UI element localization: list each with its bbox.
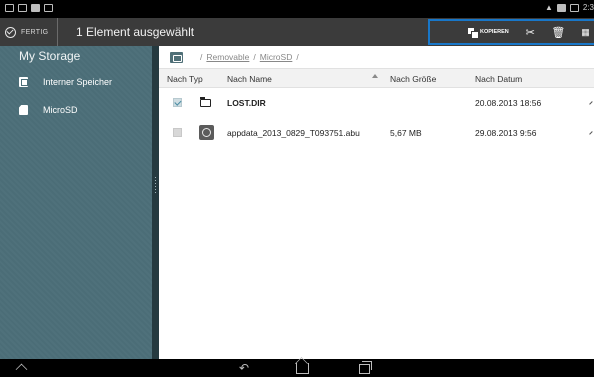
sd-card-icon (19, 105, 28, 115)
status-left-icons (5, 4, 53, 12)
sidebar: My Storage Interner Speicher MicroSD (0, 46, 152, 359)
copy-button[interactable]: KOPIEREN (468, 27, 509, 39)
status-right-icons: ▲ 2:3 (545, 3, 594, 12)
column-date[interactable]: Nach Datum (475, 74, 522, 84)
file-date: 29.08.2013 9:56 (475, 128, 537, 138)
copy-icon (468, 27, 479, 39)
done-label: FERTIG (21, 28, 49, 36)
done-button[interactable]: FERTIG (5, 18, 59, 46)
row-checkbox[interactable] (173, 98, 182, 107)
breadcrumb: / Removable / MicroSD / (159, 46, 594, 68)
image-icon (44, 4, 53, 12)
breadcrumb-separator: / (253, 52, 256, 62)
breadcrumb-separator: / (200, 52, 203, 62)
recent-apps-icon[interactable] (359, 361, 372, 374)
file-list-panel: / Removable / MicroSD / Nach Typ Nach Na… (159, 46, 594, 359)
sidebar-item-internal-storage[interactable]: Interner Speicher (19, 72, 112, 92)
drag-handle[interactable] (154, 176, 157, 194)
selection-count: 1 Element ausgewählt (76, 25, 195, 39)
file-name: appdata_2013_0829_T093751.abu (227, 128, 360, 138)
sidebar-item-label: Interner Speicher (43, 77, 113, 87)
sort-ascending-icon (372, 74, 378, 78)
mail-icon (18, 4, 27, 12)
breadcrumb-microsd[interactable]: MicroSD (260, 52, 293, 62)
storage-icon[interactable] (170, 51, 183, 63)
copy-label: KOPIEREN (480, 29, 509, 35)
status-bar: ▲ 2:3 (0, 0, 594, 18)
sidebar-title: My Storage (19, 49, 81, 63)
row-checkbox[interactable] (173, 128, 182, 137)
notification-icon (556, 3, 566, 12)
status-time: 2:3 (582, 3, 594, 12)
more-icon[interactable]: ▦ (577, 27, 594, 38)
folder-icon (199, 97, 211, 107)
breadcrumb-separator: / (296, 52, 299, 62)
navigation-bar: ↶ (0, 359, 594, 377)
action-group: KOPIEREN ✂ 🗑 ▦ (428, 19, 594, 45)
home-icon[interactable] (296, 363, 309, 374)
check-icon (5, 26, 16, 38)
breadcrumb-path: / Removable / MicroSD / (200, 52, 299, 62)
file-name: LOST.DIR (227, 98, 266, 108)
sidebar-divider[interactable] (152, 46, 159, 359)
column-size[interactable]: Nach Größe (390, 74, 436, 84)
back-icon[interactable]: ↶ (239, 362, 249, 374)
sd-card-icon (31, 4, 40, 12)
breadcrumb-removable[interactable]: Removable (206, 52, 249, 62)
delete-icon[interactable]: 🗑 (550, 26, 567, 39)
column-type[interactable]: Nach Typ (167, 74, 203, 84)
chevron-up-icon[interactable] (16, 364, 26, 374)
row-overflow-icon (589, 101, 594, 107)
file-date: 20.08.2013 18:56 (475, 98, 542, 108)
cut-icon[interactable]: ✂ (522, 26, 539, 39)
battery-icon (569, 3, 579, 12)
file-icon (199, 125, 214, 140)
sidebar-item-label: MicroSD (43, 105, 78, 115)
column-header: Nach Typ Nach Name Nach Größe Nach Datum (159, 68, 594, 88)
column-name[interactable]: Nach Name (227, 74, 272, 84)
signal-icon: ▲ (544, 3, 553, 12)
action-bar: FERTIG 1 Element ausgewählt KOPIEREN ✂ 🗑… (0, 18, 594, 46)
table-row[interactable]: LOST.DIR 20.08.2013 18:56 (159, 90, 594, 116)
row-overflow-icon (589, 131, 594, 137)
sidebar-item-microsd[interactable]: MicroSD (19, 100, 78, 120)
table-row[interactable]: appdata_2013_0829_T093751.abu 5,67 MB 29… (159, 120, 594, 146)
internal-storage-icon (19, 77, 28, 87)
file-size: 5,67 MB (390, 128, 422, 138)
wifi-icon (5, 4, 14, 12)
